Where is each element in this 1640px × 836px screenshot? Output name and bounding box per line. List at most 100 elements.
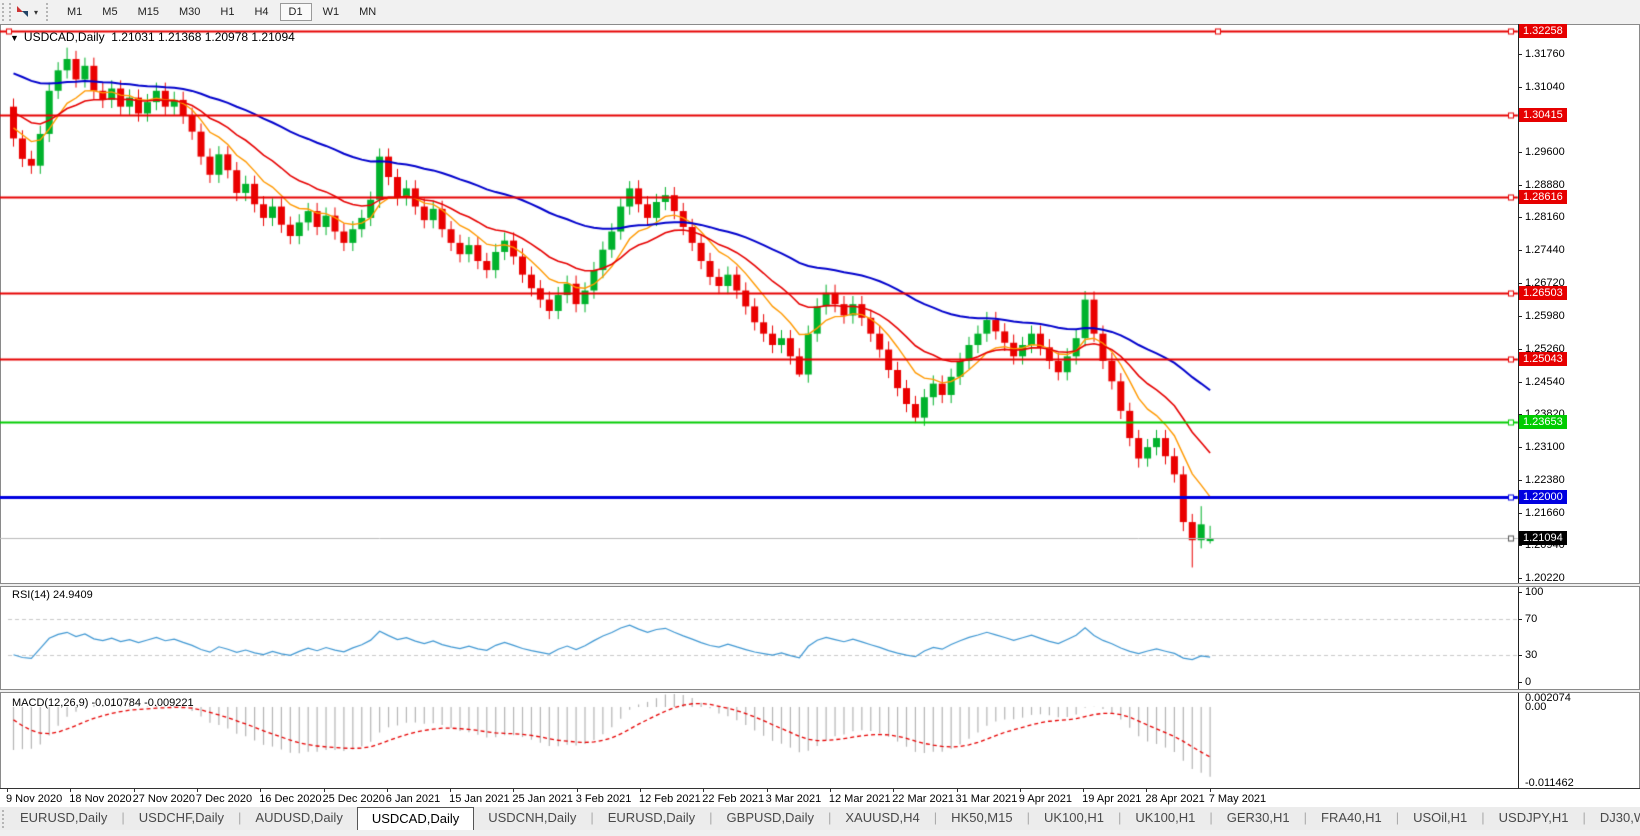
- date-axis-label: 9 Nov 2020: [6, 793, 63, 805]
- date-axis-label: 6 Jan 2021: [385, 793, 441, 805]
- price-axis-tick-label: 1.29600: [1525, 146, 1565, 159]
- chart-arrows-icon[interactable]: [15, 4, 33, 20]
- date-axis-label: 22 Feb 2021: [702, 793, 765, 805]
- date-axis-tick: [766, 789, 768, 792]
- rsi-axis-label: 100: [1525, 586, 1544, 598]
- chart-tab-usdcnh-daily[interactable]: USDCNH,Daily: [474, 807, 590, 831]
- date-axis-label: 22 Mar 2021: [892, 793, 954, 805]
- price-axis-tick: [1518, 349, 1522, 351]
- rsi-indicator-label: RSI(14) 24.9409: [12, 589, 93, 601]
- date-axis-label: 7 Dec 2020: [195, 793, 253, 805]
- chart-tab-xauusd-h4[interactable]: XAUUSD,H4: [831, 807, 933, 831]
- current-price-badge: 1.21094: [1519, 531, 1567, 546]
- date-axis-label: 15 Jan 2021: [449, 793, 510, 805]
- rsi-axis-tick: [1518, 619, 1522, 620]
- level-price-badge: 1.25043: [1519, 351, 1567, 366]
- date-axis-tick: [893, 789, 895, 792]
- date-axis-label: 27 Nov 2020: [132, 793, 195, 805]
- level-price-badge: 1.22000: [1519, 490, 1567, 505]
- chart-tab-eurusd-daily[interactable]: EURUSD,Daily: [594, 807, 709, 831]
- chart-tab-uk100-h1[interactable]: UK100,H1: [1121, 807, 1209, 831]
- date-axis-label: 3 Feb 2021: [575, 793, 632, 805]
- timeframe-button-m1[interactable]: M1: [58, 3, 91, 21]
- price-axis-tick-label: 1.27440: [1525, 244, 1565, 257]
- date-axis-label: 25 Jan 2021: [512, 793, 573, 805]
- chart-title-bar: ▼ USDCAD,Daily 1.21031 1.21368 1.20978 1.…: [10, 30, 295, 44]
- timeframe-button-m30[interactable]: M30: [170, 3, 209, 21]
- level-price-badge: 1.23653: [1519, 415, 1567, 430]
- macd-pane-splitter[interactable]: [0, 689, 1640, 693]
- chart-tab-ger30-h1[interactable]: GER30,H1: [1213, 807, 1304, 831]
- chart-tab-hk50-m15[interactable]: HK50,M15: [937, 807, 1026, 831]
- date-axis-label: 12 Mar 2021: [828, 793, 891, 805]
- price-axis-tick: [1518, 447, 1522, 449]
- price-axis-tick-label: 1.24540: [1525, 375, 1565, 388]
- timeframe-button-h4[interactable]: H4: [245, 3, 277, 21]
- rsi-axis-label: 0: [1525, 676, 1532, 688]
- timeframe-button-m15[interactable]: M15: [129, 3, 168, 21]
- price-axis-tick: [1518, 152, 1522, 154]
- macd-indicator-label: MACD(12,26,9) -0.010784 -0.009221: [12, 697, 194, 709]
- level-price-badge: 1.26503: [1519, 285, 1567, 300]
- rsi-pane-splitter[interactable]: [0, 583, 1640, 587]
- date-axis-label: 28 Apr 2021: [1145, 793, 1205, 805]
- price-axis-tick: [1518, 250, 1522, 252]
- level-price-badge: 1.30415: [1519, 108, 1567, 123]
- date-axis-label: 16 Dec 2020: [259, 793, 322, 805]
- rsi-axis-tick: [1518, 655, 1522, 656]
- chart-tab-fra40-h1[interactable]: FRA40,H1: [1307, 807, 1396, 831]
- price-axis-tick-label: 1.22380: [1525, 473, 1565, 486]
- chart-tab-usdjpy-h1[interactable]: USDJPY,H1: [1485, 807, 1583, 831]
- price-axis-tick-label: 1.31040: [1525, 80, 1565, 93]
- date-axis-label: 12 Feb 2021: [639, 793, 701, 805]
- timeframe-button-w1[interactable]: W1: [314, 3, 349, 21]
- timeframe-button-mn[interactable]: MN: [350, 3, 385, 21]
- chart-tab-uk100-h1[interactable]: UK100,H1: [1030, 807, 1118, 831]
- chart-tab-gbpusd-daily[interactable]: GBPUSD,Daily: [713, 807, 828, 831]
- rsi-axis-tick: [1518, 592, 1522, 593]
- chart-tab-dj30-weekly[interactable]: DJ30,Weekly: [1586, 807, 1640, 831]
- collapse-triangle-icon[interactable]: ▼: [10, 33, 19, 43]
- date-axis-tick: [133, 789, 135, 792]
- chart-tab-usdcad-daily[interactable]: USDCAD,Daily: [356, 807, 475, 831]
- price-axis-tick: [1518, 86, 1522, 88]
- date-axis-tick: [829, 789, 831, 792]
- date-axis-tick: [260, 789, 262, 792]
- macd-axis-label: 0.00: [1525, 701, 1547, 713]
- timeframe-button-h1[interactable]: H1: [211, 3, 243, 21]
- timeframe-button-m5[interactable]: M5: [93, 3, 126, 21]
- date-axis-tick: [1146, 789, 1148, 792]
- date-axis-tick: [7, 789, 8, 792]
- status-strip: [0, 830, 1640, 836]
- chevron-down-icon[interactable]: ▾: [34, 8, 38, 17]
- toolbar-grip-handle[interactable]: [2, 3, 11, 21]
- tabbar-grip-handle[interactable]: [2, 810, 4, 828]
- date-axis-tick: [640, 789, 641, 792]
- date-axis-label: 9 Apr 2021: [1018, 793, 1073, 805]
- toolbar-separator-grip[interactable]: [46, 3, 53, 21]
- chart-tab-eurusd-daily[interactable]: EURUSD,Daily: [6, 807, 121, 831]
- date-axis-tick: [450, 789, 452, 792]
- rsi-axis-tick: [1518, 682, 1522, 683]
- price-chart-canvas[interactable]: [0, 24, 1519, 788]
- price-axis-tick-label: 1.23100: [1525, 441, 1565, 454]
- chart-tab-bar: EURUSD,Daily | USDCHF,Daily | AUDUSD,Daily US…: [0, 806, 1640, 831]
- level-price-badge: 1.32258: [1519, 24, 1567, 39]
- price-axis-tick-label: 1.31760: [1525, 48, 1565, 60]
- price-axis-tick: [1518, 316, 1522, 318]
- date-axis-tick: [1083, 789, 1085, 792]
- timeframe-button-group: M1 M5 M15 M30 H1 H4 D1 W1 MN: [57, 3, 386, 21]
- date-axis[interactable]: 9 Nov 2020 18 Nov 2020 27 Nov 2020 7 Dec 20…: [0, 788, 1640, 807]
- timeframe-button-d1[interactable]: D1: [279, 3, 312, 21]
- price-axis-tick: [1518, 577, 1522, 579]
- price-axis-tick: [1518, 381, 1522, 383]
- date-axis-tick: [703, 789, 705, 792]
- price-axis-tick: [1518, 184, 1522, 186]
- date-axis-label: 31 Mar 2021: [955, 793, 1018, 805]
- price-axis-tick: [1518, 479, 1522, 481]
- chart-tab-usoil-h1[interactable]: USOil,H1: [1399, 807, 1481, 831]
- date-axis-tick: [196, 789, 198, 792]
- chart-tab-audusd-daily[interactable]: AUDUSD,Daily: [241, 807, 356, 831]
- chart-tab-usdchf-daily[interactable]: USDCHF,Daily: [125, 807, 238, 831]
- price-axis-tick: [1518, 217, 1522, 219]
